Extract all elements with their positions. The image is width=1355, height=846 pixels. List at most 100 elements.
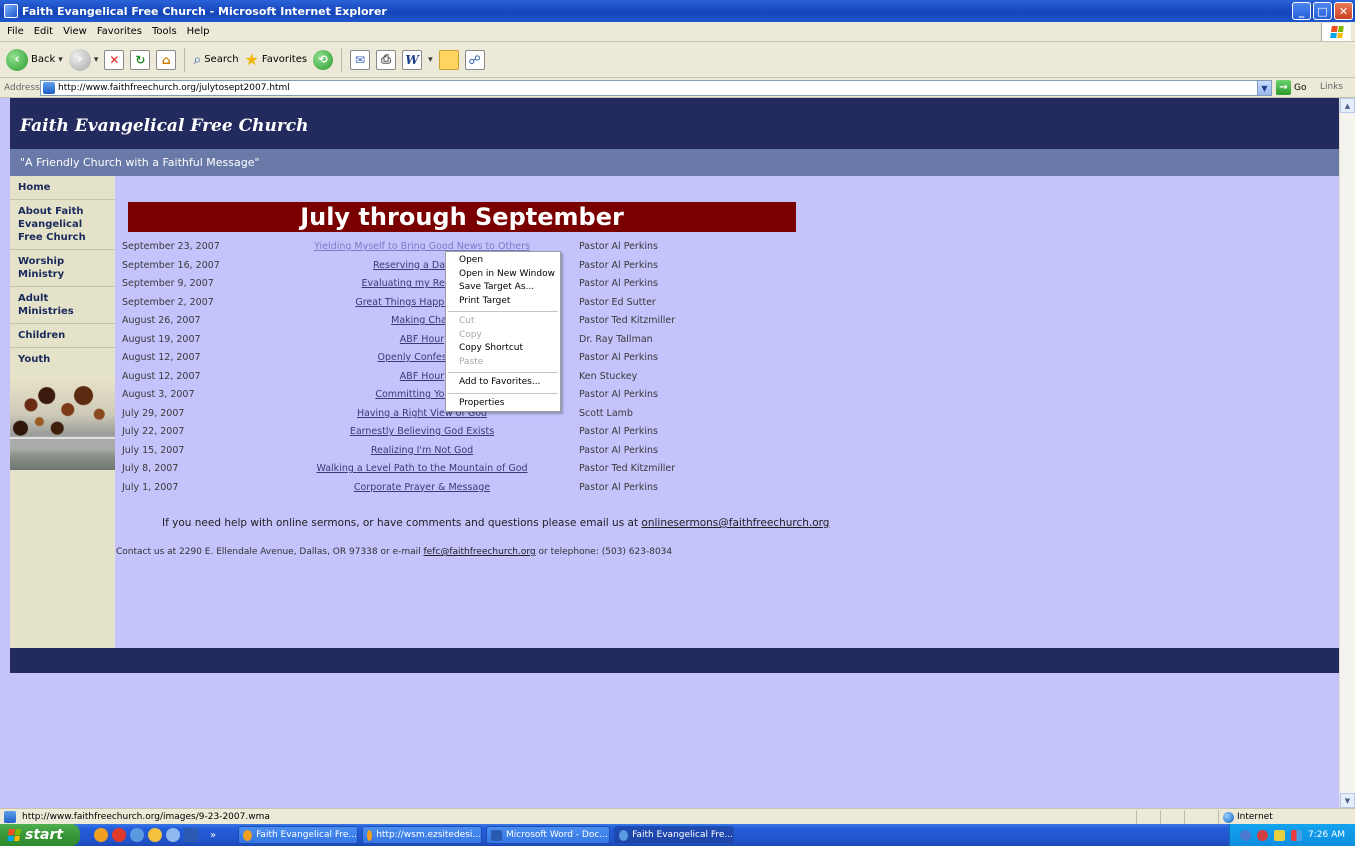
task-label: Faith Evangelical Fre... [256,830,357,840]
sermon-link[interactable]: Walking a Level Path to the Mountain of … [292,463,552,474]
quicklaunch-ie-icon[interactable] [130,828,144,842]
standard-toolbar: ‹ Back ▾ › ▾ ✕ ↻ ⌂ ⌕ Search ★ Favorites … [0,42,1355,78]
scroll-up-icon[interactable]: ▲ [1340,98,1355,113]
menu-help[interactable]: Help [182,26,215,37]
favorites-label: Favorites [261,54,308,65]
menu-file[interactable]: File [2,26,29,37]
go-label: Go [1294,82,1307,93]
word-icon [491,829,502,841]
sermon-link[interactable]: Realizing I'm Not God [292,445,552,456]
sermon-date: September 9, 2007 [122,278,214,289]
address-dropdown-icon[interactable]: ▼ [1257,81,1271,95]
messenger-icon[interactable]: ☍ [464,49,485,70]
taskbar-button[interactable]: Microsoft Word - Doc... [486,826,610,844]
sermon-date: July 29, 2007 [122,407,185,419]
status-text: http://www.faithfreechurch.org/images/9-… [22,811,270,822]
search-button[interactable]: ⌕ Search [193,52,238,68]
ctx-copy-shortcut[interactable]: Copy Shortcut [446,342,560,356]
print-icon[interactable]: ⎙ [376,49,397,70]
favorites-button[interactable]: ★ Favorites [245,50,308,69]
tray-zonealarm-icon[interactable] [1274,829,1285,841]
home-icon[interactable]: ⌂ [156,49,177,70]
quicklaunch-word-icon[interactable] [184,828,198,842]
sermon-speaker: Pastor Al Perkins [579,389,658,400]
quicklaunch-media-icon[interactable] [148,828,162,842]
dropdown-arrow-icon[interactable]: ▾ [428,55,433,65]
tray-antivirus-icon[interactable] [1257,829,1268,841]
nav-home[interactable]: Home [10,176,115,200]
go-button[interactable]: → Go [1276,80,1306,95]
ctx-properties[interactable]: Properties [446,397,560,411]
history-icon[interactable]: ⟲ [313,49,334,70]
ctx-copy: Copy [459,329,482,340]
taskbar-button[interactable]: http://wsm.ezsitedesi... [362,826,482,844]
sermon-date: August 19, 2007 [122,333,201,345]
scroll-down-icon[interactable]: ▼ [1340,793,1355,808]
internet-globe-icon [1223,811,1234,823]
tray-flag-icon[interactable] [1291,829,1302,841]
address-input[interactable]: http://www.faithfreechurch.org/julytosep… [40,80,1272,96]
menu-view[interactable]: View [58,26,92,37]
church-photo [10,377,115,470]
maximize-button[interactable]: □ [1313,2,1332,20]
taskbar-button[interactable]: Faith Evangelical Fre... [238,826,358,844]
security-zone: Internet [1218,810,1353,824]
ctx-save-target-as[interactable]: Save Target As... [446,281,560,295]
ctx-open-new-window[interactable]: Open in New Window [446,268,560,282]
nav-youth[interactable]: Youth [10,348,115,371]
browser-icon [243,829,253,841]
links-button[interactable]: Links [1320,82,1343,92]
nav-about[interactable]: About Faith Evangelical Free Church [10,200,115,250]
status-divider [1160,810,1161,824]
menu-tools[interactable]: Tools [147,26,182,37]
quicklaunch-opera-icon[interactable] [112,828,126,842]
word-icon[interactable]: W [402,49,423,70]
sermon-speaker: Pastor Ted Kitzmiller [579,463,676,474]
start-button[interactable]: start [0,824,80,846]
ctx-separator [448,392,558,394]
tray-network-icon[interactable] [1240,829,1251,841]
nav-children[interactable]: Children [10,324,115,348]
sermon-speaker: Ken Stuckey [579,370,638,382]
task-label: Microsoft Word - Doc... [506,830,608,840]
windows-logo-icon [1321,23,1351,41]
nav-adult-ministries[interactable]: Adult Ministries [10,287,115,324]
vertical-scrollbar[interactable]: ▲ ▼ [1339,98,1355,808]
nav-worship-ministry[interactable]: Worship Ministry [10,250,115,287]
quicklaunch-browser-icon[interactable] [94,828,108,842]
quicklaunch-desktop-icon[interactable] [166,828,180,842]
contact-text: Contact us at 2290 E. Ellendale Avenue, … [116,547,421,557]
folder-icon[interactable] [438,49,459,70]
forward-button[interactable]: › ▾ [68,48,98,71]
sermon-link[interactable]: Earnestly Believing God Exists [292,426,552,437]
close-button[interactable]: ✕ [1334,2,1353,20]
stop-icon[interactable]: ✕ [104,49,125,70]
ctx-add-to-favorites[interactable]: Add to Favorites... [446,376,560,390]
ctx-open[interactable]: Open [446,254,560,268]
sermon-date: September 16, 2007 [122,259,220,271]
menu-favorites[interactable]: Favorites [92,26,147,37]
sidebar-nav: Home About Faith Evangelical Free Church… [10,176,115,648]
sermon-speaker: Pastor Al Perkins [579,352,658,363]
minimize-button[interactable]: _ [1292,2,1311,20]
back-label: Back [31,54,56,65]
clock[interactable]: 7:26 AM [1308,830,1345,840]
site-title: Faith Evangelical Free Church [20,116,309,136]
ctx-print-target[interactable]: Print Target [446,295,560,309]
refresh-icon[interactable]: ↻ [130,49,151,70]
menu-edit[interactable]: Edit [29,26,58,37]
help-email-link[interactable]: onlinesermons@faithfreechurch.org [641,517,829,529]
taskbar-button-active[interactable]: Faith Evangelical Fre... [614,826,734,844]
window-title-bar[interactable]: Faith Evangelical Free Church - Microsof… [0,0,1355,22]
task-label: http://wsm.ezsitedesi... [376,830,481,840]
ctx-separator [448,372,558,373]
contact-email-link[interactable]: fefc@faithfreechurch.org [424,547,536,557]
back-button[interactable]: ‹ Back ▾ [6,48,63,71]
mail-icon[interactable]: ✉ [350,49,371,70]
quicklaunch-chevron-icon[interactable]: » [210,830,216,841]
sermon-date: August 26, 2007 [122,315,201,326]
sermon-link[interactable]: Corporate Prayer & Message [292,482,552,493]
help-paragraph: If you need help with online sermons, or… [162,517,829,529]
status-divider [1136,810,1137,824]
sermon-speaker: Pastor Ed Sutter [579,296,656,308]
